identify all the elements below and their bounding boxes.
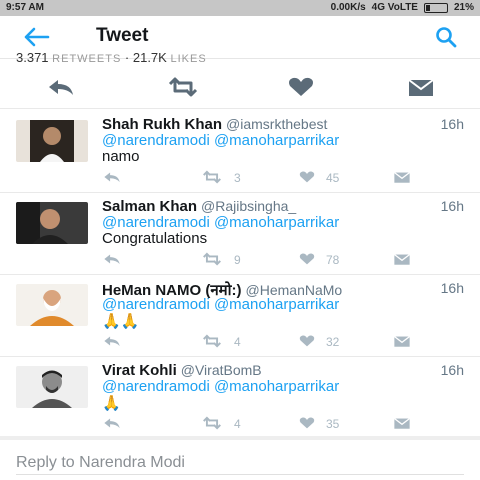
tweet-actions: 3 45 bbox=[102, 170, 472, 186]
reply-tweet[interactable]: Shah Rukh Khan @iamsrkthebest 16h @narend… bbox=[0, 110, 480, 193]
like-count: 45 bbox=[326, 171, 340, 185]
direct-message-icon[interactable] bbox=[392, 334, 412, 348]
tweet-mentions[interactable]: @narendramodi @manoharparrikar bbox=[102, 132, 339, 149]
reply-tweet[interactable]: HeMan NAMO (नमो:) @HemanNaMo 16h @narendr… bbox=[0, 274, 480, 357]
avatar[interactable] bbox=[16, 366, 88, 408]
search-icon[interactable] bbox=[434, 25, 458, 49]
direct-message-icon[interactable] bbox=[406, 76, 436, 98]
like-count: 21.7K bbox=[132, 50, 167, 62]
back-arrow-icon[interactable] bbox=[22, 26, 50, 48]
like-icon[interactable] bbox=[298, 252, 316, 266]
tweet-text: namo bbox=[102, 148, 140, 165]
tweet-stats: 3,371 RETWEETS · 21.7K LIKES bbox=[16, 50, 207, 62]
status-bar: 9:57 AM 0.00K/s 4G VoLTE 21% bbox=[0, 0, 480, 16]
tweet-mentions[interactable]: @narendramodi @manoharparrikar bbox=[102, 296, 339, 313]
author-name[interactable]: Shah Rukh Khan @iamsrkthebest bbox=[102, 116, 327, 133]
status-time: 9:57 AM bbox=[6, 2, 44, 13]
avatar[interactable] bbox=[16, 120, 88, 162]
like-count: 78 bbox=[326, 253, 340, 267]
like-count: 35 bbox=[326, 417, 340, 431]
like-icon[interactable] bbox=[286, 76, 316, 98]
retweet-label: RETWEETS bbox=[52, 53, 122, 62]
direct-message-icon[interactable] bbox=[392, 170, 412, 184]
retweet-count: 9 bbox=[234, 253, 241, 267]
retweet-icon[interactable] bbox=[200, 416, 224, 430]
tweet-time: 16h bbox=[440, 198, 464, 214]
tweet-time: 16h bbox=[440, 116, 464, 132]
tweet-emoji: 🙏🙏 bbox=[102, 313, 140, 330]
tweet-actions: 4 35 bbox=[102, 416, 472, 432]
tweet-time: 16h bbox=[440, 280, 464, 296]
author-name[interactable]: Salman Khan @Rajibsingha_ bbox=[102, 198, 296, 215]
direct-message-icon[interactable] bbox=[392, 416, 412, 430]
retweet-count: 3 bbox=[234, 171, 241, 185]
like-count: 32 bbox=[326, 335, 340, 349]
direct-message-icon[interactable] bbox=[392, 252, 412, 266]
retweet-icon[interactable] bbox=[200, 252, 224, 266]
tweet-text: Congratulations bbox=[102, 230, 208, 247]
reply-input[interactable]: Reply to Narendra Modi bbox=[16, 454, 185, 472]
page-title: Tweet bbox=[96, 25, 149, 46]
like-label: LIKES bbox=[170, 53, 207, 62]
reply-icon[interactable] bbox=[46, 76, 76, 98]
tweet-time: 16h bbox=[440, 362, 464, 378]
like-icon[interactable] bbox=[298, 416, 316, 430]
reply-underline bbox=[16, 474, 464, 475]
divider bbox=[0, 436, 480, 440]
reply-tweet[interactable]: Salman Khan @Rajibsingha_ 16h @narendramo… bbox=[0, 192, 480, 275]
tweet-actions: 4 32 bbox=[102, 334, 472, 350]
reply-tweet[interactable]: Virat Kohli @ViratBomB 16h @narendramodi … bbox=[0, 356, 480, 438]
net-speed: 0.00K/s bbox=[330, 2, 366, 13]
battery-icon bbox=[423, 2, 448, 13]
battery-percent: 21% bbox=[453, 2, 474, 13]
like-icon[interactable] bbox=[298, 170, 316, 184]
main-action-bar bbox=[0, 66, 480, 109]
retweet-count: 4 bbox=[234, 335, 241, 349]
network-label: 4G VoLTE bbox=[371, 2, 418, 13]
author-name[interactable]: Virat Kohli @ViratBomB bbox=[102, 362, 262, 379]
like-icon[interactable] bbox=[298, 334, 316, 348]
tweet-emoji: 🙏 bbox=[102, 395, 121, 412]
retweet-icon[interactable] bbox=[200, 170, 224, 184]
tweet-mentions[interactable]: @narendramodi @manoharparrikar bbox=[102, 214, 339, 231]
avatar[interactable] bbox=[16, 284, 88, 326]
retweet-icon[interactable] bbox=[166, 76, 200, 98]
status-right: 0.00K/s 4G VoLTE 21% bbox=[331, 2, 474, 13]
reply-icon[interactable] bbox=[102, 252, 122, 266]
avatar[interactable] bbox=[16, 202, 88, 244]
tweet-mentions[interactable]: @narendramodi @manoharparrikar bbox=[102, 378, 339, 395]
reply-icon[interactable] bbox=[102, 416, 122, 430]
reply-icon[interactable] bbox=[102, 334, 122, 348]
reply-icon[interactable] bbox=[102, 170, 122, 184]
retweet-count: 3,371 bbox=[16, 50, 49, 62]
tweet-actions: 9 78 bbox=[102, 252, 472, 268]
retweet-icon[interactable] bbox=[200, 334, 224, 348]
retweet-count: 4 bbox=[234, 417, 241, 431]
